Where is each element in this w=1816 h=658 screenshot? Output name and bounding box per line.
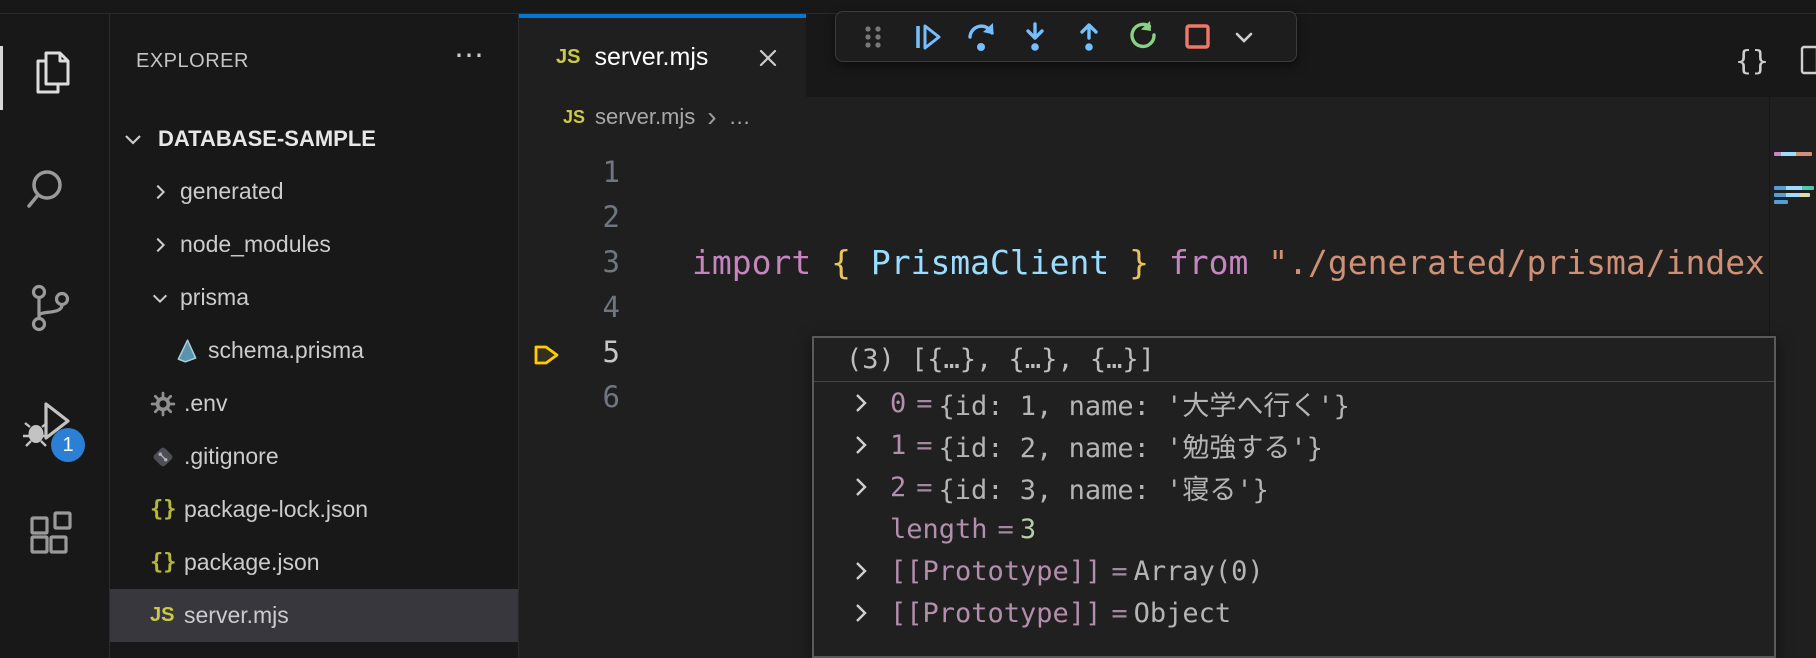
tree-item-label: schema.prisma: [208, 337, 364, 364]
js-icon: JS: [563, 107, 585, 128]
gear-icon: [150, 391, 184, 417]
json-icon: {}: [150, 497, 177, 522]
code-line-1: import { PrismaClient } from "./generate…: [692, 240, 1768, 285]
debug-toolbar: [835, 11, 1297, 62]
close-icon[interactable]: [754, 44, 782, 72]
tree-item-package-json[interactable]: {} package.json: [110, 536, 518, 589]
step-over-button[interactable]: [954, 16, 1008, 58]
chevron-right-icon: [150, 182, 180, 202]
breadcrumb-file[interactable]: server.mjs: [595, 104, 695, 130]
minimap-line: [1774, 193, 1810, 197]
chevron-right-icon[interactable]: [852, 601, 890, 625]
line-number: 6: [519, 375, 620, 420]
step-out-button[interactable]: [1062, 16, 1116, 58]
popup-row-length[interactable]: length=3: [814, 508, 1774, 550]
popup-row-prototype-array[interactable]: [[Prototype]]=Array(0): [814, 550, 1774, 592]
tab-server-mjs[interactable]: JS server.mjs: [519, 14, 806, 97]
step-into-button[interactable]: [1008, 16, 1062, 58]
explorer-sidebar: EXPLORER ⋯ DATABASE-SAMPLE generated nod…: [110, 14, 519, 658]
popup-row-1[interactable]: 1={id: 2, name: '勉強する'}: [814, 424, 1774, 466]
activity-extensions-button[interactable]: [22, 506, 78, 562]
restart-button[interactable]: [1116, 16, 1170, 58]
tree-item-env[interactable]: .env: [110, 377, 518, 430]
chevron-right-icon: ›: [707, 101, 716, 133]
js-icon: JS: [556, 46, 580, 69]
tree-item-label: package-lock.json: [184, 496, 368, 523]
activity-explorer-button[interactable]: [22, 44, 78, 100]
line-number: 3: [519, 240, 620, 285]
tree-item-label: prisma: [180, 284, 249, 311]
editor-gutter: 1 2 3 4 5 6: [519, 150, 620, 420]
minimap-line: [1774, 186, 1814, 190]
tree-item-node-modules[interactable]: node_modules: [110, 218, 518, 271]
activity-bar: 1: [0, 14, 110, 658]
tree-item-label: server.mjs: [184, 602, 289, 629]
tree-item-server-mjs[interactable]: JS server.mjs: [110, 589, 518, 642]
debug-hover-popup: (3) [{…}, {…}, {…}] 0={id: 1, name: '大学へ…: [812, 336, 1776, 658]
debug-badge: 1: [51, 428, 85, 462]
source-control-icon: [24, 282, 76, 334]
sidebar-title: EXPLORER: [136, 50, 249, 73]
workspace-root-row[interactable]: DATABASE-SAMPLE: [110, 113, 518, 165]
tab-label: server.mjs: [594, 43, 708, 72]
tree-item-label: generated: [180, 178, 284, 205]
popup-row-0[interactable]: 0={id: 1, name: '大学へ行く'}: [814, 382, 1774, 424]
tree-item-gitignore[interactable]: .gitignore: [110, 430, 518, 483]
active-indicator: [0, 46, 3, 110]
sidebar-header: EXPLORER ⋯: [110, 36, 518, 92]
popup-row-2[interactable]: 2={id: 3, name: '寝る'}: [814, 466, 1774, 508]
tree-item-label: node_modules: [180, 231, 331, 258]
breadcrumb[interactable]: JS server.mjs › …: [519, 97, 1768, 137]
minimap-line: [1774, 200, 1788, 204]
activity-source-control-button[interactable]: [22, 280, 78, 336]
explorer-more-actions-button[interactable]: ⋯: [454, 38, 484, 73]
tree-item-label: package.json: [184, 549, 320, 576]
spacer: [852, 517, 890, 541]
chevron-right-icon[interactable]: [852, 559, 890, 583]
stop-button[interactable]: [1170, 16, 1224, 58]
git-icon: [150, 444, 184, 470]
breadcrumb-symbol[interactable]: …: [729, 104, 751, 130]
tree-item-schema-prisma[interactable]: schema.prisma: [110, 324, 518, 377]
js-icon: JS: [150, 604, 174, 627]
debug-current-line-arrow-icon: [531, 339, 565, 371]
extensions-icon: [24, 508, 76, 560]
line-number: 2: [519, 195, 620, 240]
line-number: 1: [519, 150, 620, 195]
continue-button[interactable]: [900, 16, 954, 58]
split-editor-icon[interactable]: [1795, 38, 1816, 82]
tree-item-package-lock[interactable]: {} package-lock.json: [110, 483, 518, 536]
chevron-down-icon[interactable]: [1224, 16, 1264, 58]
vscode-window: 1 EXPLORER ⋯ DATABASE-SAMPLE: [0, 0, 1816, 658]
chevron-right-icon[interactable]: [852, 433, 890, 457]
minimap[interactable]: [1769, 97, 1816, 658]
chevron-right-icon: [150, 235, 180, 255]
chevron-right-icon[interactable]: [852, 391, 890, 415]
tree-item-generated[interactable]: generated: [110, 165, 518, 218]
minimap-line: [1774, 152, 1812, 156]
activity-search-button[interactable]: [22, 162, 78, 218]
tree-item-prisma[interactable]: prisma: [110, 271, 518, 324]
files-icon: [24, 46, 76, 98]
workspace-label: DATABASE-SAMPLE: [158, 126, 376, 152]
chevron-down-icon: [122, 128, 152, 150]
tree-item-label: .env: [184, 390, 227, 417]
line-number: 4: [519, 285, 620, 330]
chevron-down-icon: [150, 288, 180, 308]
prisma-file-icon: [174, 338, 208, 364]
sticky-scroll-braces-button[interactable]: {}: [1730, 38, 1774, 82]
chevron-right-icon[interactable]: [852, 475, 890, 499]
search-icon: [24, 164, 76, 216]
popup-summary: (3) [{…}, {…}, {…}]: [814, 338, 1774, 382]
tree-item-label: .gitignore: [184, 443, 279, 470]
popup-row-prototype-object[interactable]: [[Prototype]]=Object: [814, 592, 1774, 634]
json-icon: {}: [150, 550, 177, 575]
drag-handle-icon[interactable]: [846, 16, 900, 58]
